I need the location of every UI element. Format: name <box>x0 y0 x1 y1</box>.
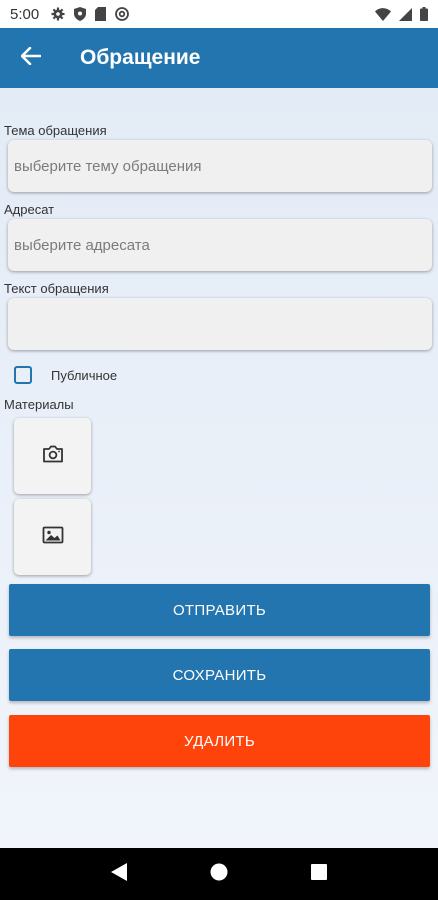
gear-icon <box>51 7 65 21</box>
materials-label: Материалы <box>4 397 74 412</box>
back-triangle-icon <box>111 862 128 886</box>
addressee-label: Адресат <box>4 202 55 217</box>
sd-card-icon <box>95 7 107 21</box>
nav-recents-button[interactable] <box>310 863 327 885</box>
status-time: 5:00 <box>10 5 40 23</box>
camera-tile-button[interactable] <box>14 418 91 494</box>
arrow-left-icon <box>20 46 42 70</box>
shield-icon <box>74 7 87 21</box>
text-label: Текст обращения <box>4 281 109 296</box>
topic-placeholder: выберите тему обращения <box>14 157 202 175</box>
camera-icon <box>42 445 64 468</box>
nav-back-button[interactable] <box>111 862 128 886</box>
save-button[interactable]: СОХРАНИТЬ <box>9 649 430 701</box>
topic-select[interactable]: выберите тему обращения <box>8 140 432 192</box>
image-icon <box>42 526 64 549</box>
home-circle-icon <box>210 863 228 886</box>
public-checkbox-row[interactable]: Публичное <box>14 366 117 384</box>
wifi-icon <box>375 7 391 21</box>
recents-square-icon <box>310 863 327 885</box>
nav-home-button[interactable] <box>210 863 228 886</box>
form-content: Тема обращения выберите тему обращения А… <box>0 88 438 848</box>
topic-label: Тема обращения <box>4 123 107 138</box>
send-button[interactable]: ОТПРАВИТЬ <box>9 584 430 636</box>
app-bar: Обращение <box>0 28 438 88</box>
addressee-placeholder: выберите адресата <box>14 236 150 254</box>
system-nav-bar <box>0 848 438 900</box>
delete-button[interactable]: УДАЛИТЬ <box>9 715 430 767</box>
page-title: Обращение <box>80 46 201 69</box>
signal-icon <box>399 7 412 21</box>
message-text-field[interactable] <box>8 298 432 350</box>
back-button[interactable] <box>0 28 62 88</box>
public-checkbox[interactable] <box>14 366 32 384</box>
battery-icon <box>420 7 428 21</box>
addressee-select[interactable]: выберите адресата <box>8 219 432 271</box>
gallery-tile-button[interactable] <box>14 499 91 575</box>
status-bar: 5:00 <box>0 0 438 28</box>
public-label: Публичное <box>51 367 118 383</box>
at-sign-icon <box>115 7 130 21</box>
